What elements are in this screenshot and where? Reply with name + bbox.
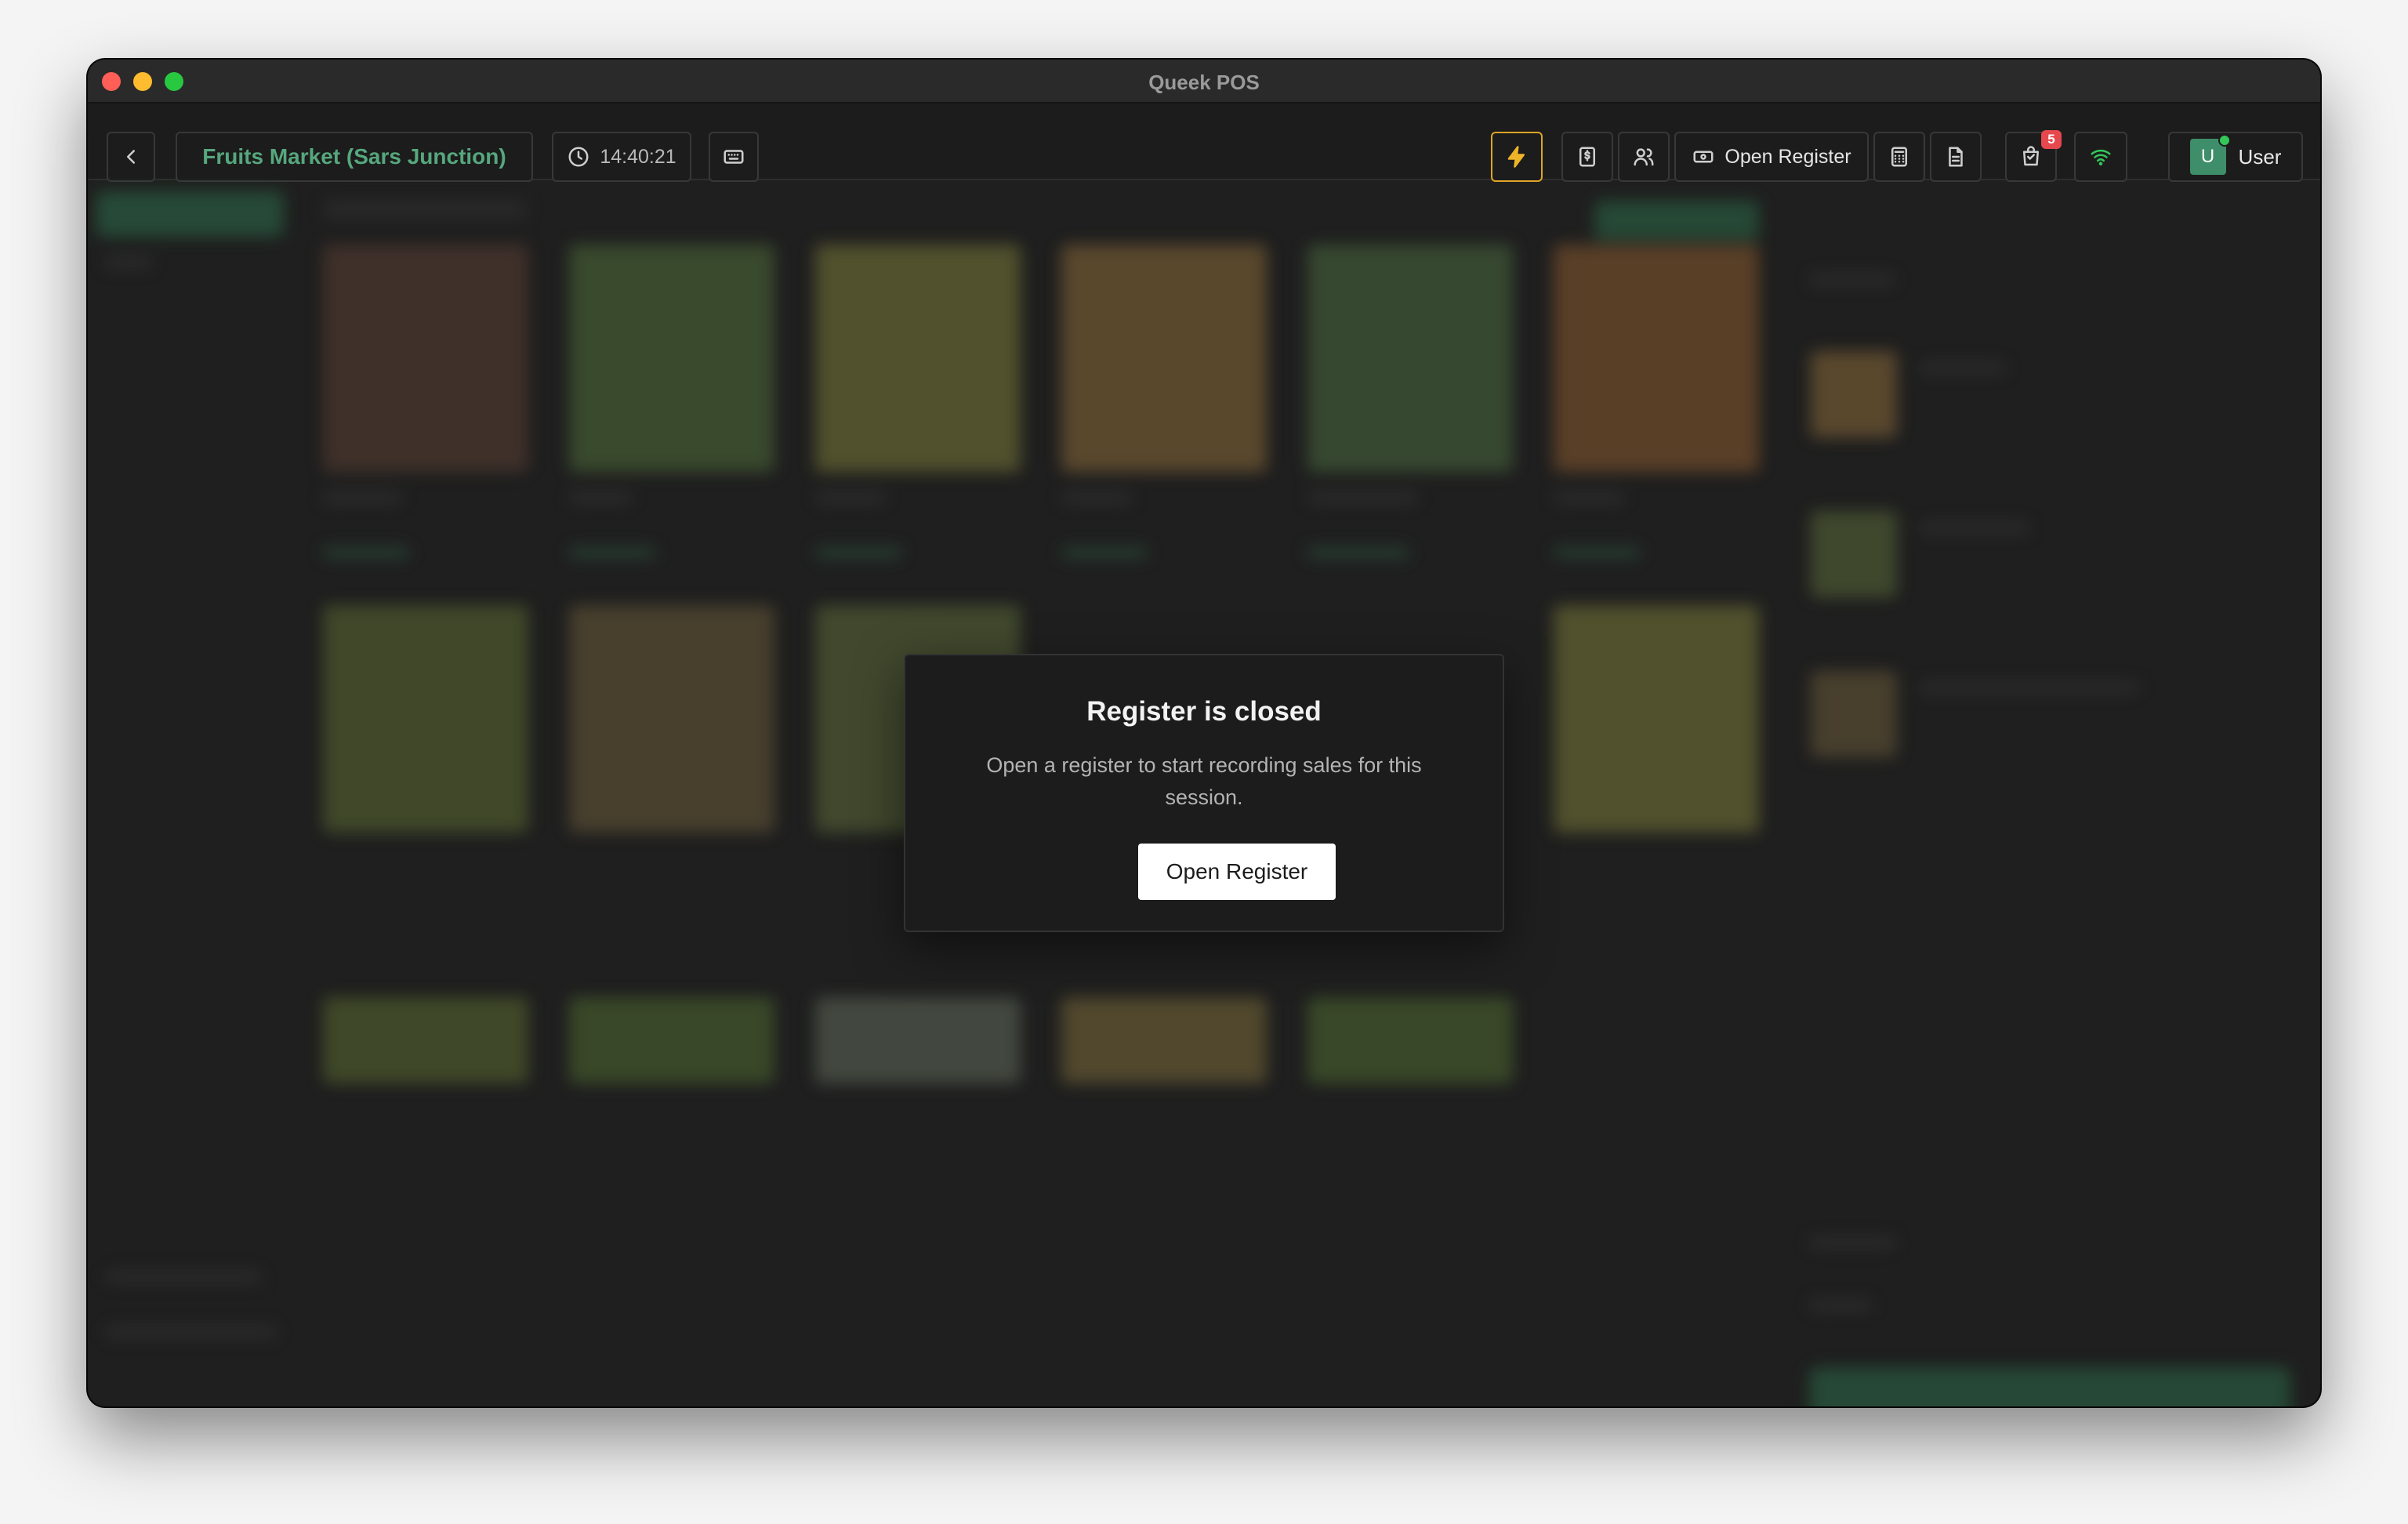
- cash-button[interactable]: [1561, 132, 1613, 182]
- cart-line: [1919, 682, 2138, 693]
- tile-price: [1554, 547, 1640, 558]
- product-tile: [323, 997, 528, 1083]
- shopping-bag-icon: [2023, 146, 2039, 166]
- tile-label: [815, 492, 886, 503]
- avatar-initial: U: [2200, 146, 2215, 167]
- product-tile: [323, 245, 528, 472]
- tile-price: [569, 547, 655, 558]
- customers-button[interactable]: [1618, 132, 1670, 182]
- open-register-button[interactable]: Open Register: [1674, 132, 1869, 182]
- keyboard-button[interactable]: [709, 132, 759, 182]
- wifi-icon: [2091, 149, 2111, 166]
- clock-time: 14:40:21: [600, 145, 676, 168]
- product-tile: [569, 997, 774, 1083]
- dialog-description: Open a register to start recording sales…: [986, 753, 1422, 809]
- product-tile: [815, 245, 1021, 472]
- app-window: Queek POS Fruits Market (Sars Junction) …: [88, 60, 2320, 1406]
- sidebar-line: [105, 257, 152, 268]
- product-tile: [569, 245, 774, 472]
- chevron-left-icon: [127, 150, 135, 164]
- tile-price: [815, 547, 901, 558]
- tile-label: [1307, 492, 1417, 503]
- blurred-action: [1594, 201, 1759, 240]
- calculator-icon: [1891, 147, 1907, 167]
- product-tile: [1061, 245, 1267, 472]
- product-tile: [815, 997, 1021, 1083]
- open-register-dialog-button[interactable]: Open Register: [1138, 844, 1336, 900]
- lightning-icon: [1507, 146, 1525, 168]
- tile-label: [1554, 492, 1624, 503]
- online-status-dot: [2218, 134, 2231, 147]
- product-tile: [1554, 245, 1759, 472]
- product-tile: [1554, 605, 1759, 833]
- back-button[interactable]: [107, 132, 155, 182]
- tile-price: [1307, 547, 1409, 558]
- cart-item-image: [1811, 671, 1897, 757]
- orders-button[interactable]: 5: [2005, 130, 2062, 182]
- tile-price: [323, 547, 409, 558]
- sidebar-line: [105, 1272, 262, 1283]
- users-icon: [1634, 148, 1654, 166]
- cart-line: [1809, 1300, 1872, 1311]
- cart-header: [1809, 274, 1895, 285]
- cart-line: [1919, 522, 2029, 533]
- reports-button[interactable]: [1930, 132, 1982, 182]
- dollar-receipt-icon: [1579, 147, 1595, 167]
- product-tile: [1061, 997, 1267, 1083]
- tile-label: [569, 492, 632, 503]
- clock-icon: [568, 147, 589, 167]
- user-menu[interactable]: U User: [2168, 132, 2303, 182]
- sidebar-active-item: [96, 191, 284, 237]
- tile-price: [1061, 547, 1148, 558]
- register-closed-dialog: Register is closed Open a register to st…: [904, 654, 1504, 932]
- cash-icon: [1693, 151, 1714, 163]
- user-label: User: [2238, 144, 2282, 169]
- open-register-label: Open Register: [1724, 145, 1851, 168]
- orders-count-badge: 5: [2041, 130, 2062, 149]
- tile-label: [323, 492, 401, 503]
- avatar: U: [2189, 134, 2231, 175]
- calculator-button[interactable]: [1873, 132, 1925, 182]
- clock-display: 14:40:21: [552, 132, 691, 182]
- store-name: Fruits Market (Sars Junction): [202, 144, 506, 169]
- keyboard-icon: [723, 150, 744, 164]
- product-tile: [1307, 245, 1513, 472]
- store-selector[interactable]: Fruits Market (Sars Junction): [176, 132, 533, 182]
- product-tile: [569, 605, 774, 833]
- title-bar: Queek POS: [88, 60, 2320, 103]
- checkout-button: [1809, 1367, 2290, 1406]
- product-tile: [1307, 997, 1513, 1083]
- sidebar-line: [105, 1326, 277, 1337]
- quick-action-button[interactable]: [1491, 132, 1543, 182]
- document-icon: [1949, 147, 1963, 167]
- connection-status[interactable]: [2074, 132, 2127, 182]
- cart-line: [1809, 1237, 1895, 1248]
- product-tile: [323, 605, 528, 833]
- cart-line: [1919, 362, 2005, 373]
- window-title: Queek POS: [1148, 71, 1260, 94]
- cart-item-image: [1811, 511, 1897, 597]
- dialog-title: Register is closed: [1086, 696, 1322, 727]
- tile-label: [1061, 492, 1132, 503]
- product-search: [323, 201, 527, 218]
- cart-item-image: [1811, 351, 1897, 437]
